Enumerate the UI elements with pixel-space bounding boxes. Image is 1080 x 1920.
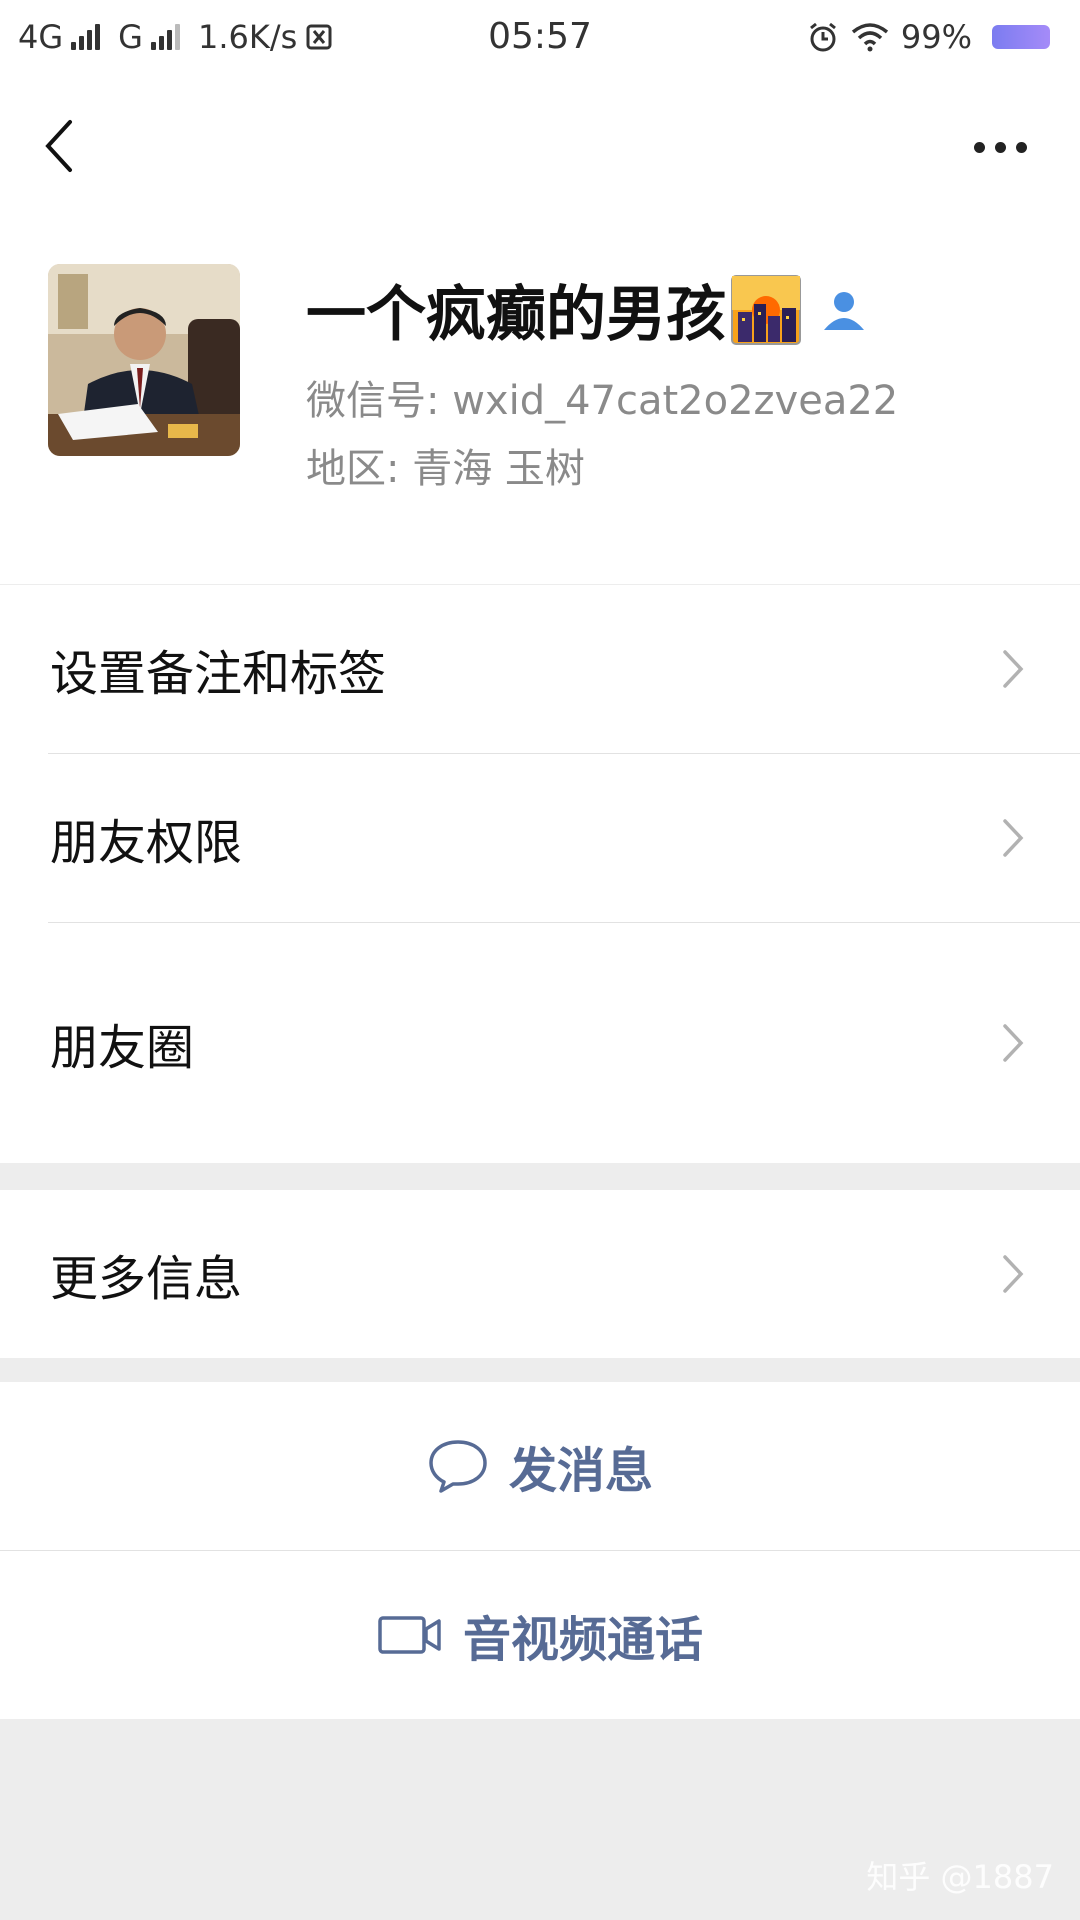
avatar[interactable]: [48, 264, 240, 456]
alarm-icon: [809, 22, 836, 52]
more-dot: [995, 141, 1006, 153]
set-remark-tags-row[interactable]: 设置备注和标签: [0, 585, 1080, 753]
more-info-list: 更多信息: [0, 1190, 1080, 1358]
video-camera-icon: [378, 1616, 441, 1654]
more-options-button[interactable]: [974, 132, 1034, 162]
send-message-button[interactable]: 发消息: [0, 1382, 1080, 1550]
status-right: 99%: [807, 18, 1050, 56]
navigation-bar: [0, 76, 1080, 216]
profile-header: 一个疯癫的男孩 微信号: wxid_47cat2o2zvea22 地区: 青海 …: [0, 216, 1080, 584]
chevron-right-icon: [1003, 819, 1024, 857]
row-label: 朋友权限: [50, 815, 243, 871]
chevron-right-icon: [1003, 1024, 1024, 1062]
contact-name: 一个疯癫的男孩: [306, 280, 726, 350]
row-label: 设置备注和标签: [50, 646, 387, 702]
moments-row[interactable]: 朋友圈: [0, 923, 1080, 1163]
watermark: 知乎 @1887: [866, 1858, 1054, 1896]
more-dot: [1016, 141, 1027, 153]
row-label: 朋友圈: [50, 1020, 195, 1076]
chevron-left-icon: [45, 120, 72, 172]
row-label: 更多信息: [50, 1251, 243, 1307]
send-message-label: 发消息: [508, 1443, 653, 1499]
wifi-icon: [851, 23, 888, 52]
video-call-label: 音视频通话: [462, 1612, 703, 1668]
chevron-right-icon: [1003, 1255, 1024, 1293]
friend-permissions-row[interactable]: 朋友权限: [0, 754, 1080, 922]
wechat-id: 微信号: wxid_47cat2o2zvea22: [306, 378, 899, 424]
status-bar: 4G G 1.6K/s 05:57 99%: [0, 0, 1080, 76]
avatar-photo: [48, 264, 240, 456]
name-row: 一个疯癫的男孩: [306, 266, 868, 353]
more-dots-icon: [974, 141, 985, 153]
more-info-row[interactable]: 更多信息: [0, 1190, 1080, 1358]
battery-percent: 99%: [900, 18, 972, 56]
sunset-city-emoji: [731, 274, 801, 345]
region: 地区: 青海 玉树: [306, 446, 585, 492]
battery-icon: [992, 25, 1050, 49]
back-button[interactable]: [40, 116, 80, 176]
chevron-right-icon: [1003, 650, 1024, 688]
chat-bubble-icon: [429, 1440, 487, 1493]
video-call-button[interactable]: 音视频通话: [0, 1551, 1080, 1719]
person-icon: [824, 291, 864, 330]
settings-list: 设置备注和标签 朋友权限 朋友圈: [0, 585, 1080, 1163]
